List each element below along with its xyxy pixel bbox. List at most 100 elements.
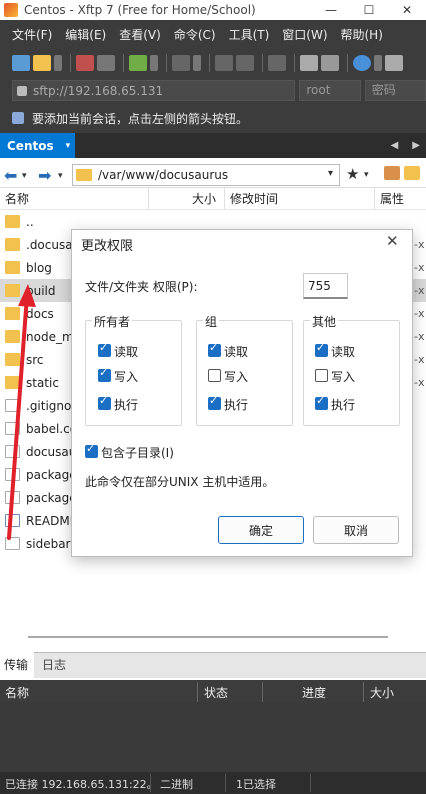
print-icon[interactable] [300,55,318,71]
column-modified[interactable]: 修改时间 [230,190,278,207]
transfer-icon[interactable] [172,55,190,71]
session-tab-centos[interactable]: Centos ▾ [0,133,75,158]
menu-file[interactable]: 文件(F) [12,24,52,46]
toolbar [12,52,426,74]
dialog-title: 更改权限 [81,239,134,254]
maximize-button[interactable]: ☐ [350,0,388,20]
new-session-icon[interactable] [12,55,30,71]
transfer-list [0,702,426,772]
column-size[interactable]: 大小 [192,190,216,207]
tab-next-icon[interactable]: ▶ [412,140,420,151]
others-execute-checkbox[interactable] [315,394,328,410]
others-execute-label[interactable]: 执行 [331,396,355,413]
file-attributes: -x [414,307,425,320]
column-attributes[interactable]: 属性 [380,190,404,207]
menu-view[interactable]: 查看(V) [119,24,161,46]
include-subdirs-label[interactable]: 包含子目录(I) [101,444,174,461]
group-write-checkbox[interactable] [208,369,221,382]
file-icon [5,422,20,435]
folder-icon [5,307,20,320]
folder-icon [5,238,20,251]
file-icon [5,468,20,481]
permission-input[interactable] [303,273,348,299]
menu-help[interactable]: 帮助(H) [341,24,383,46]
group-execute-checkbox[interactable] [208,394,221,410]
menu-edit[interactable]: 编辑(E) [65,24,106,46]
properties-icon[interactable] [321,55,339,71]
close-icon[interactable]: ✕ [386,232,399,250]
minimize-button[interactable]: — [312,0,350,20]
menu-bar: 文件(F) 编辑(E) 查看(V) 命令(C) 工具(T) 窗口(W) 帮助(H… [0,24,426,46]
folder-icon [5,353,20,366]
others-write-checkbox[interactable] [315,369,328,382]
group-execute-label[interactable]: 执行 [224,396,248,413]
chevron-down-icon[interactable]: ▾ [328,168,333,179]
back-arrow-icon[interactable]: ⬅ [4,166,17,185]
tab-log[interactable]: 日志 [42,652,66,678]
transfer-column-status[interactable]: 状态 [204,684,228,701]
path-input[interactable]: /var/www/docusaurus ▾ [72,164,340,186]
menu-tools[interactable]: 工具(T) [229,24,270,46]
column-name[interactable]: 名称 [5,190,29,207]
address-text: sftp://192.168.65.131 [33,83,164,98]
include-subdirs-checkbox[interactable] [85,442,98,458]
username-input[interactable]: root [299,80,361,101]
dropdown-arrow-icon[interactable] [193,55,201,71]
permission-label: 文件/文件夹 权限(P): [85,280,198,294]
chevron-down-icon[interactable]: ▾ [364,170,369,180]
globe-icon[interactable] [353,55,371,71]
menu-window[interactable]: 窗口(W) [282,24,327,46]
horizontal-scrollbar[interactable] [28,636,388,638]
disconnect-icon[interactable] [76,55,94,71]
paste-icon[interactable] [236,55,254,71]
info-icon [12,112,24,124]
info-text: 要添加当前会话，点击左侧的箭头按钮。 [32,111,249,126]
open-folder-icon[interactable] [33,55,51,71]
group-read-label[interactable]: 读取 [224,343,248,360]
transfer-column-progress[interactable]: 进度 [302,684,326,701]
copy-icon[interactable] [215,55,233,71]
group-read-checkbox[interactable] [208,341,221,357]
others-write-label[interactable]: 写入 [331,368,355,385]
file-icon [5,537,20,550]
ok-button[interactable]: 确定 [218,516,304,544]
cancel-button[interactable]: 取消 [313,516,399,544]
menu-command[interactable]: 命令(C) [174,24,216,46]
chevron-down-icon[interactable]: ▾ [66,141,71,151]
forward-arrow-icon[interactable]: ➡ [38,166,51,185]
parent-folder-icon[interactable] [404,166,420,180]
address-input[interactable]: sftp://192.168.65.131 [12,80,296,101]
sync-icon[interactable] [268,55,286,71]
close-window-button[interactable]: ✕ [388,0,426,20]
owner-read-label[interactable]: 读取 [114,343,138,360]
status-transfer-mode: 二进制 [160,778,193,791]
transfer-column-size[interactable]: 大小 [370,684,394,701]
owner-write-checkbox[interactable] [98,366,111,382]
folder-icon [5,261,20,274]
owner-read-checkbox[interactable] [98,341,111,357]
reconnect-icon[interactable] [97,55,115,71]
dropdown-arrow-icon[interactable] [374,55,382,71]
tab-prev-icon[interactable]: ◀ [391,140,399,151]
owner-group-title: 所有者 [92,313,133,330]
owner-execute-label[interactable]: 执行 [114,396,138,413]
others-read-checkbox[interactable] [315,341,328,357]
xftp-app-icon [4,3,18,17]
new-tab-icon[interactable] [129,55,147,71]
chevron-down-icon[interactable]: ▾ [22,171,27,181]
owner-write-label[interactable]: 写入 [114,368,138,385]
chevron-down-icon[interactable]: ▾ [58,171,63,181]
settings-icon[interactable] [385,55,403,71]
tab-transfer[interactable]: 传输 [0,652,34,678]
dropdown-arrow-icon[interactable] [54,55,62,71]
dropdown-arrow-icon[interactable] [150,55,158,71]
owner-execute-checkbox[interactable] [98,394,111,410]
group-group-title: 组 [203,313,220,330]
home-icon[interactable] [384,166,400,180]
password-input[interactable]: 密码 [364,80,426,101]
others-read-label[interactable]: 读取 [331,343,355,360]
transfer-column-name[interactable]: 名称 [5,684,29,701]
group-write-label[interactable]: 写入 [224,368,248,385]
star-icon[interactable]: ★ [346,165,359,183]
file-icon [5,399,20,412]
